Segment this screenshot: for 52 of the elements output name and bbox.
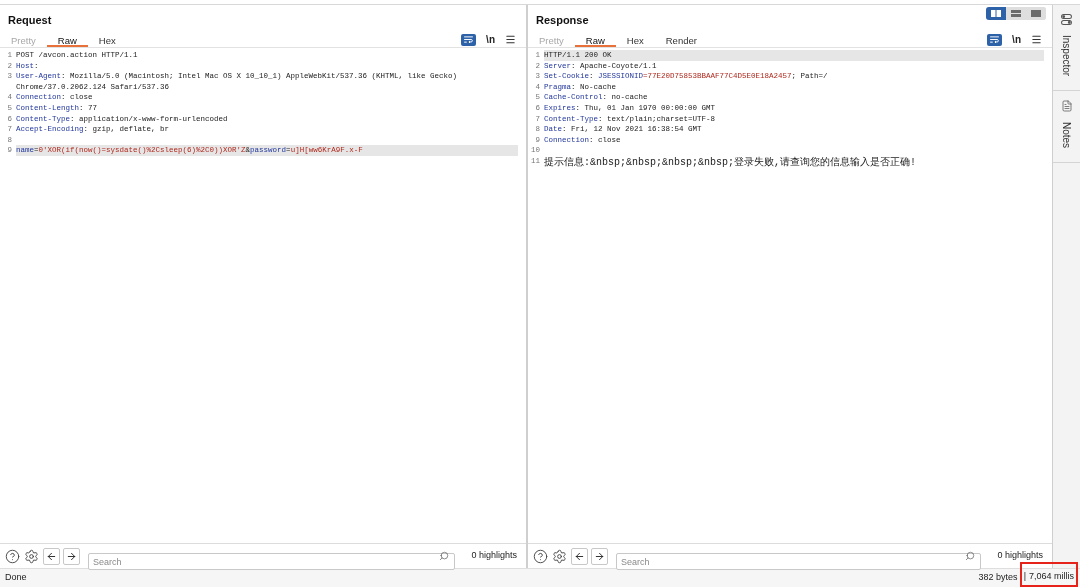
wrap-lines-icon bbox=[464, 36, 474, 43]
arrow-left-icon bbox=[574, 550, 585, 562]
status-message: Done bbox=[5, 571, 27, 585]
newline-toggle[interactable]: \n bbox=[484, 33, 497, 46]
toggles-icon bbox=[1061, 14, 1072, 25]
tab[interactable]: Render bbox=[654, 32, 708, 47]
search-field[interactable]: Search bbox=[616, 553, 982, 570]
menu-button[interactable] bbox=[505, 34, 516, 45]
back-button[interactable] bbox=[43, 547, 60, 565]
settings-button[interactable] bbox=[552, 548, 567, 564]
tab[interactable]: Raw bbox=[574, 32, 616, 47]
panel-title: Request bbox=[7, 12, 52, 28]
columns-icon bbox=[991, 10, 1001, 17]
menu-icon bbox=[1031, 34, 1042, 45]
help-button[interactable] bbox=[533, 548, 548, 564]
search-icon bbox=[965, 551, 976, 561]
arrow-right-icon bbox=[66, 550, 77, 562]
newline-toggle[interactable]: \n bbox=[1010, 33, 1023, 46]
settings-icon bbox=[552, 548, 567, 564]
settings-button[interactable] bbox=[24, 548, 39, 564]
help-button[interactable] bbox=[5, 548, 20, 564]
code-line: 提示信息:&nbsp;&nbsp;&nbsp;&nbsp;登录失败,请查询您的信息输入是否正确! bbox=[544, 155, 917, 169]
sidebar-tab[interactable]: Notes bbox=[1053, 91, 1080, 164]
response-time: 7,064 millis bbox=[1028, 570, 1074, 584]
search-icon bbox=[439, 551, 450, 561]
tab[interactable]: Raw bbox=[46, 32, 88, 47]
back-button[interactable] bbox=[571, 547, 588, 565]
view-mode-button[interactable] bbox=[986, 7, 1006, 20]
document-icon bbox=[1060, 100, 1073, 113]
menu-button[interactable] bbox=[1031, 34, 1042, 45]
panel-title: Response bbox=[535, 12, 589, 28]
highlights-count: 0 highlights bbox=[471, 549, 517, 563]
forward-button[interactable] bbox=[591, 547, 608, 565]
arrow-left-icon bbox=[46, 550, 57, 562]
menu-icon bbox=[505, 34, 516, 45]
forward-button[interactable] bbox=[63, 547, 80, 565]
help-icon bbox=[5, 548, 20, 564]
help-icon bbox=[533, 548, 548, 564]
search-field[interactable]: Search bbox=[88, 553, 456, 570]
rows-icon bbox=[1011, 10, 1021, 17]
wrap-lines-button[interactable] bbox=[461, 33, 477, 46]
arrow-right-icon bbox=[594, 550, 605, 562]
tab[interactable]: Hex bbox=[615, 32, 655, 47]
separator: | bbox=[1023, 570, 1026, 584]
square-icon bbox=[1031, 10, 1041, 17]
wrap-lines-button[interactable] bbox=[987, 33, 1003, 46]
response-size: 382 bytes bbox=[978, 571, 1018, 585]
tab[interactable]: Hex bbox=[87, 32, 127, 47]
settings-icon bbox=[24, 548, 39, 564]
wrap-lines-icon bbox=[990, 36, 1000, 43]
highlights-count: 0 highlights bbox=[997, 549, 1043, 563]
sidebar-tab[interactable]: Inspector bbox=[1053, 5, 1080, 92]
